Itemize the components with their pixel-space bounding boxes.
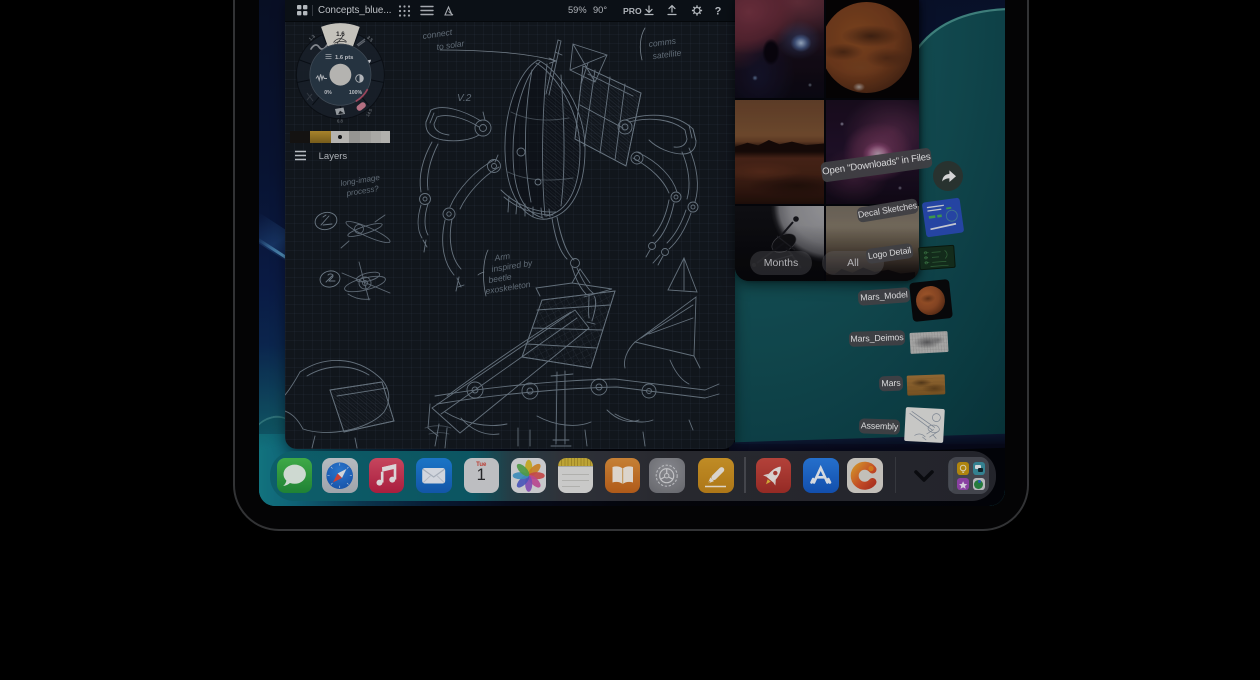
svg-text:connect: connect <box>422 27 454 41</box>
svg-text:1.6: 1.6 <box>336 31 345 38</box>
svg-text:V.2: V.2 <box>457 93 472 104</box>
svg-text:comms: comms <box>648 36 677 49</box>
svg-text:6.8: 6.8 <box>337 119 343 124</box>
svg-text:?: ? <box>715 6 722 18</box>
svg-text:100%: 100% <box>349 90 363 96</box>
svg-text:satellite: satellite <box>652 48 682 61</box>
svg-text:0%: 0% <box>324 90 332 96</box>
svg-text:1.6 pts: 1.6 pts <box>335 55 353 61</box>
